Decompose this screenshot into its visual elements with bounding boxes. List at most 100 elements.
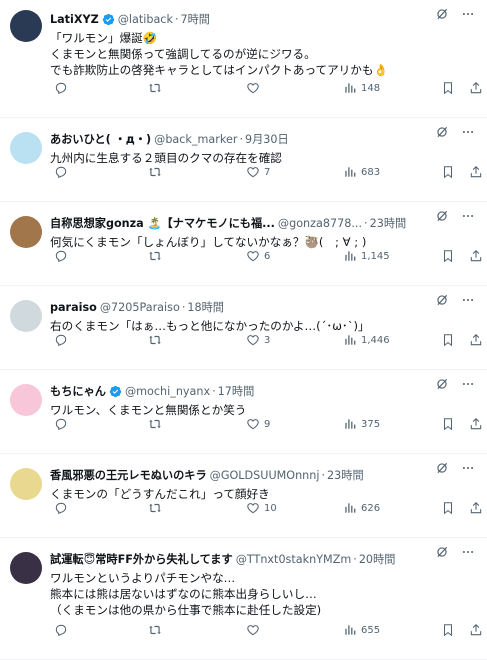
views-button[interactable]: 375 bbox=[343, 417, 380, 431]
bookmark-button[interactable] bbox=[441, 623, 455, 637]
like-button[interactable] bbox=[246, 623, 264, 637]
display-name[interactable]: paraiso bbox=[50, 301, 97, 314]
handle[interactable]: @back_marker bbox=[154, 133, 237, 146]
timestamp[interactable]: 23時間 bbox=[327, 467, 364, 483]
timestamp[interactable]: 18時間 bbox=[187, 299, 224, 315]
timestamp[interactable]: 23時間 bbox=[370, 215, 407, 231]
share-button[interactable] bbox=[469, 417, 483, 431]
share-button[interactable] bbox=[469, 333, 483, 347]
bookmark-button[interactable] bbox=[441, 165, 455, 179]
views-button[interactable]: 148 bbox=[343, 81, 380, 95]
display-name[interactable]: 香風邪悪の王元レモぬいのキラ bbox=[50, 467, 207, 483]
display-name[interactable]: あおいひと( ・д・) bbox=[50, 131, 151, 147]
tweet-text: 何気にくまモン「しょんぼり」してないかなぁ？🦥( ; ∀ ; ) bbox=[50, 234, 475, 250]
handle[interactable]: @gonza8778... bbox=[278, 217, 362, 230]
grok-icon[interactable] bbox=[435, 208, 449, 222]
avatar[interactable] bbox=[10, 552, 42, 584]
handle[interactable]: @latiback bbox=[118, 13, 173, 26]
display-name[interactable]: 試運転😇常時FF外から失礼してます bbox=[50, 551, 233, 567]
reply-button[interactable] bbox=[54, 165, 72, 179]
display-name[interactable]: もちにゃん bbox=[50, 383, 106, 399]
views-button[interactable]: 683 bbox=[343, 165, 380, 179]
bookmark-button[interactable] bbox=[441, 81, 455, 95]
grok-icon[interactable] bbox=[435, 292, 449, 306]
bookmark-button[interactable] bbox=[441, 417, 455, 431]
share-button[interactable] bbox=[469, 501, 483, 515]
more-dots-icon[interactable] bbox=[461, 460, 475, 474]
more-dots-icon[interactable] bbox=[461, 544, 475, 558]
grok-icon[interactable] bbox=[435, 460, 449, 474]
retweet-icon bbox=[149, 625, 161, 635]
share-button[interactable] bbox=[469, 165, 483, 179]
like-button[interactable]: 10 bbox=[246, 501, 277, 515]
retweet-button[interactable] bbox=[148, 81, 166, 95]
tweet-text: 九州内に生息する２頭目のクマの存在を確認 bbox=[50, 150, 475, 166]
bookmark-button[interactable] bbox=[441, 333, 455, 347]
more-dots-icon[interactable] bbox=[461, 292, 475, 306]
timestamp[interactable]: 9月30日 bbox=[245, 131, 289, 147]
retweet-button[interactable] bbox=[148, 249, 166, 263]
share-button[interactable] bbox=[469, 623, 483, 637]
tweet[interactable]: あおいひと( ・д・) @back_marker · 9月30日 九州内に生息す… bbox=[0, 118, 487, 202]
grok-icon[interactable] bbox=[435, 376, 449, 390]
like-button[interactable]: 9 bbox=[246, 417, 270, 431]
tweet[interactable]: 自称思想家gonza 🏝️【ナマケモノにも福... @gonza8778... … bbox=[0, 202, 487, 286]
more-dots-icon[interactable] bbox=[461, 208, 475, 222]
timestamp[interactable]: 17時間 bbox=[218, 383, 255, 399]
retweet-button[interactable] bbox=[148, 623, 166, 637]
display-name[interactable]: 自称思想家gonza 🏝️【ナマケモノにも福... bbox=[50, 215, 275, 231]
views-button[interactable]: 655 bbox=[343, 623, 380, 637]
action-bar: 148 bbox=[0, 81, 487, 115]
views-chart-icon bbox=[345, 335, 356, 345]
like-button[interactable]: 6 bbox=[246, 249, 270, 263]
tweet[interactable]: もちにゃん @mochi_nyanx · 17時間 ワルモン、くまモンと無関係と… bbox=[0, 370, 487, 454]
more-dots-icon[interactable] bbox=[461, 6, 475, 20]
bookmark-button[interactable] bbox=[441, 501, 455, 515]
tweet[interactable]: 香風邪悪の王元レモぬいのキラ @GOLDSUUMOnnnj · 23時間 くまモ… bbox=[0, 454, 487, 538]
more-dots-icon[interactable] bbox=[461, 124, 475, 138]
like-button[interactable] bbox=[246, 81, 264, 95]
reply-button[interactable] bbox=[54, 417, 72, 431]
like-button[interactable]: 7 bbox=[246, 165, 270, 179]
share-button[interactable] bbox=[469, 249, 483, 263]
tweet[interactable]: 試運転😇常時FF外から失礼してます @TTnxt0staknYMZm · 20時… bbox=[0, 538, 487, 660]
avatar[interactable] bbox=[10, 10, 42, 42]
avatar[interactable] bbox=[10, 468, 42, 500]
like-button[interactable]: 3 bbox=[246, 333, 270, 347]
reply-button[interactable] bbox=[54, 333, 72, 347]
header-tools bbox=[435, 544, 475, 558]
tweet[interactable]: LatiXYZ @latiback · 7時間 「ワルモン」爆誕🤣 くまモンと無関… bbox=[0, 0, 487, 118]
views-button[interactable]: 1,145 bbox=[343, 249, 390, 263]
retweet-icon bbox=[149, 251, 161, 261]
reply-button[interactable] bbox=[54, 623, 72, 637]
reply-icon bbox=[55, 334, 67, 347]
like-count: 10 bbox=[264, 502, 277, 514]
timestamp[interactable]: 7時間 bbox=[181, 11, 211, 27]
avatar[interactable] bbox=[10, 216, 42, 248]
reply-button[interactable] bbox=[54, 249, 72, 263]
handle[interactable]: @mochi_nyanx bbox=[125, 385, 210, 398]
grok-icon[interactable] bbox=[435, 6, 449, 20]
tweet[interactable]: paraiso @7205Paraiso · 18時間 右のくまモン「はぁ…もっ… bbox=[0, 286, 487, 370]
views-button[interactable]: 626 bbox=[343, 501, 380, 515]
share-button[interactable] bbox=[469, 81, 483, 95]
retweet-button[interactable] bbox=[148, 165, 166, 179]
handle[interactable]: @7205Paraiso bbox=[100, 301, 180, 314]
reply-button[interactable] bbox=[54, 501, 72, 515]
avatar[interactable] bbox=[10, 300, 42, 332]
avatar[interactable] bbox=[10, 384, 42, 416]
reply-button[interactable] bbox=[54, 81, 72, 95]
handle[interactable]: @GOLDSUUMOnnnj bbox=[210, 469, 320, 482]
display-name[interactable]: LatiXYZ bbox=[50, 13, 99, 26]
avatar[interactable] bbox=[10, 132, 42, 164]
retweet-button[interactable] bbox=[148, 333, 166, 347]
views-button[interactable]: 1,446 bbox=[343, 333, 390, 347]
more-dots-icon[interactable] bbox=[461, 376, 475, 390]
grok-icon[interactable] bbox=[435, 124, 449, 138]
handle[interactable]: @TTnxt0staknYMZm bbox=[236, 553, 352, 566]
bookmark-button[interactable] bbox=[441, 249, 455, 263]
grok-icon[interactable] bbox=[435, 544, 449, 558]
retweet-button[interactable] bbox=[148, 501, 166, 515]
retweet-button[interactable] bbox=[148, 417, 166, 431]
timestamp[interactable]: 20時間 bbox=[359, 551, 396, 567]
